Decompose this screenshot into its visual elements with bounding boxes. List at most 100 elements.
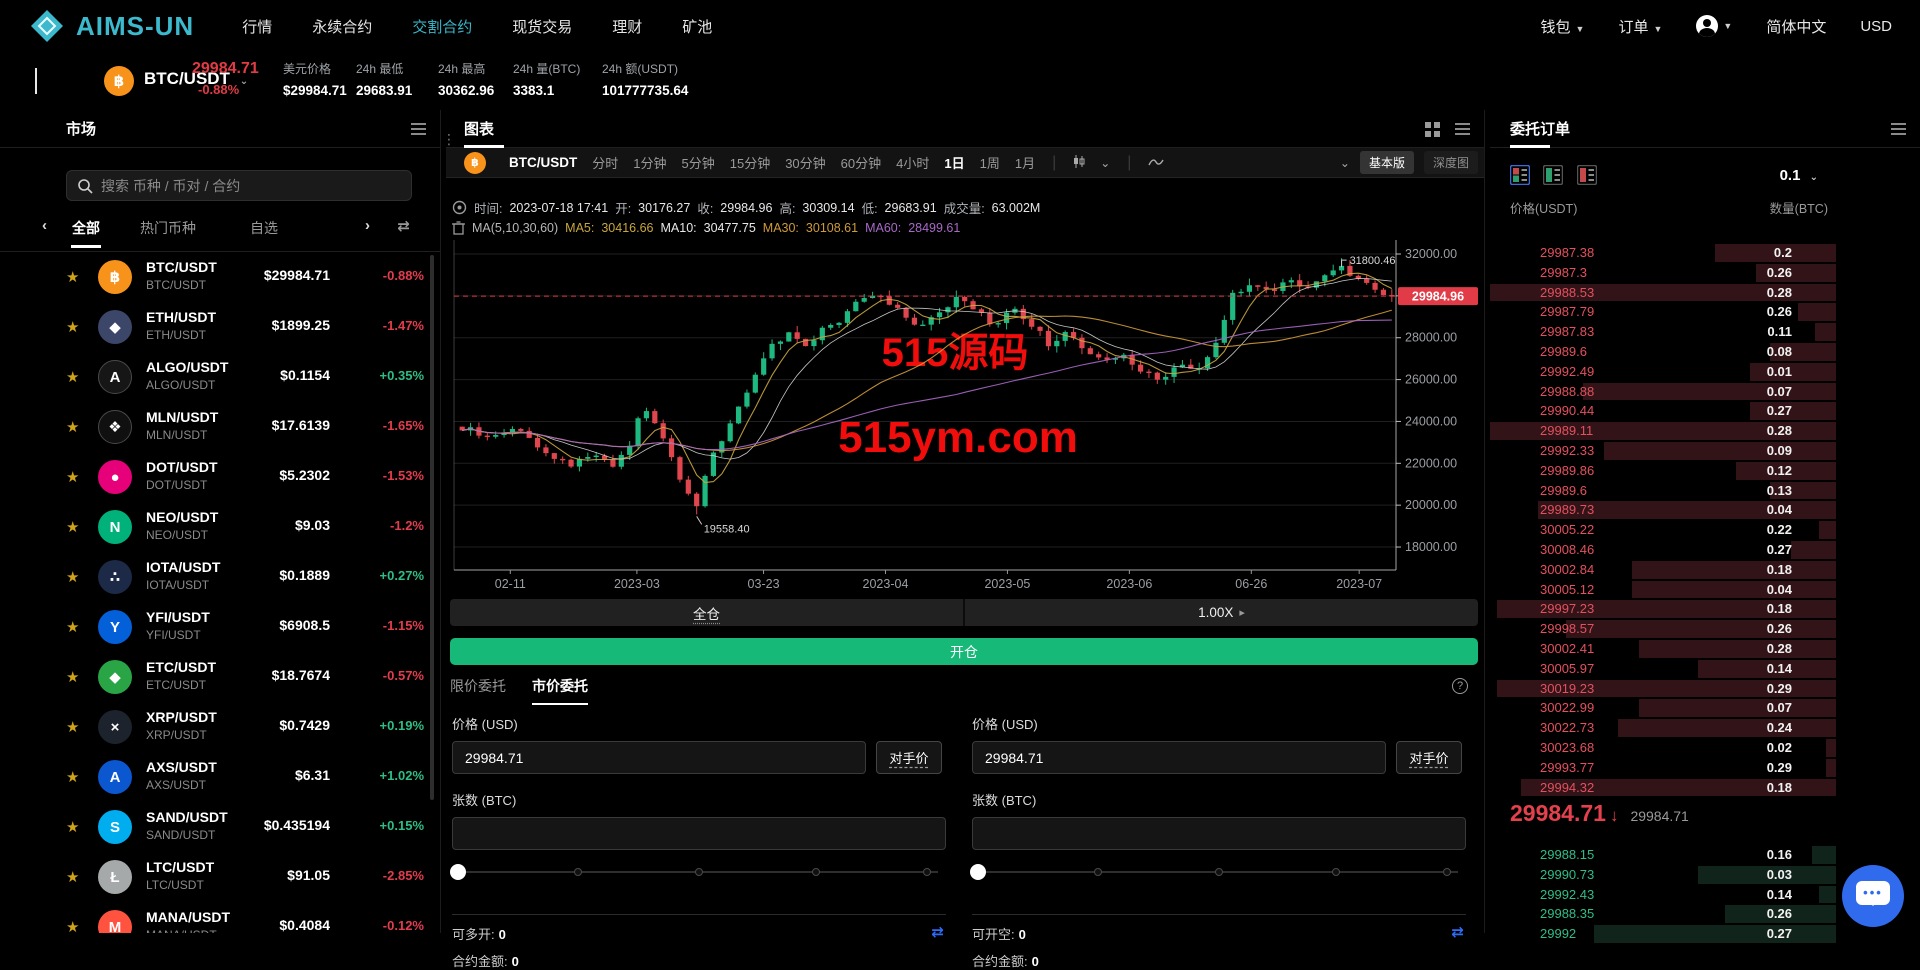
view-bids-icon[interactable] [1543, 165, 1563, 190]
language-selector[interactable]: 简体中文 [1766, 16, 1826, 37]
coin-row[interactable]: ★฿BTC/USDTBTC/USDT$29984.71-0.88% [0, 252, 440, 302]
ask-row[interactable]: 29992.490.01 [1490, 362, 1836, 382]
timeframe-60分钟[interactable]: 60分钟 [841, 153, 881, 172]
precision-selector[interactable]: 0.1 ⌄ [1780, 167, 1818, 184]
ask-row[interactable]: 30002.840.18 [1490, 560, 1836, 580]
chat-support-button[interactable]: ••• [1842, 865, 1904, 927]
coin-row[interactable]: ★ŁLTC/USDTLTC/USDT$91.05-2.85% [0, 852, 440, 902]
ask-row[interactable]: 29989.110.28 [1490, 421, 1836, 441]
brand-logo[interactable]: AIMS-UN [30, 9, 194, 43]
short-qty-slider[interactable] [972, 864, 1458, 880]
candlestick-chart[interactable]: 32000.0030000.0028000.0026000.0024000.00… [446, 240, 1484, 600]
timeframe-15分钟[interactable]: 15分钟 [730, 153, 770, 172]
nav-item-3[interactable]: 现货交易 [512, 16, 572, 37]
timeframe-1月[interactable]: 1月 [1015, 153, 1035, 172]
refresh-icon[interactable]: ⇄ [397, 217, 410, 235]
ask-row[interactable]: 29987.30.26 [1490, 263, 1836, 283]
favorite-star-icon[interactable]: ★ [66, 918, 79, 933]
nav-item-5[interactable]: 矿池 [682, 16, 712, 37]
ask-row[interactable]: 30005.120.04 [1490, 580, 1836, 600]
line-chart-icon[interactable] [1148, 156, 1164, 170]
coin-row[interactable]: ★YYFI/USDTYFI/USDT$6908.5-1.15% [0, 602, 440, 652]
nav-item-2[interactable]: 交割合约 [412, 16, 472, 37]
bid-row[interactable]: 29992.430.14 [1490, 885, 1836, 905]
nav-item-4[interactable]: 理财 [612, 16, 642, 37]
account-menu[interactable]: ▼ [1696, 15, 1732, 37]
coin-row[interactable]: ★×XRP/USDTXRP/USDT$0.7429+0.19% [0, 702, 440, 752]
view-asks-icon[interactable] [1577, 165, 1597, 190]
ask-row[interactable]: 29994.320.18 [1490, 778, 1836, 798]
coin-row[interactable]: ★SSAND/USDTSAND/USDT$0.435194+0.15% [0, 802, 440, 852]
ask-row[interactable]: 29998.570.26 [1490, 619, 1836, 639]
counter-price-button[interactable]: 对手价 [876, 741, 942, 774]
chevron-down-icon[interactable]: ⌄ [1340, 156, 1350, 170]
trash-icon[interactable] [452, 220, 465, 235]
ask-row[interactable]: 29989.860.12 [1490, 461, 1836, 481]
ask-row[interactable]: 29987.790.26 [1490, 302, 1836, 322]
counter-price-button[interactable]: 对手价 [1396, 741, 1462, 774]
market-tab-0[interactable]: 全部 [72, 218, 100, 238]
timeframe-1日[interactable]: 1日 [944, 153, 964, 172]
bid-row[interactable]: 299920.27 [1490, 924, 1836, 944]
bid-row[interactable]: 29990.730.03 [1490, 865, 1836, 885]
long-price-input[interactable] [452, 741, 866, 774]
timeframe-1分钟[interactable]: 1分钟 [633, 153, 666, 172]
favorite-star-icon[interactable]: ★ [66, 318, 79, 336]
currency-selector[interactable]: USD [1860, 18, 1892, 35]
order-tab-0[interactable]: 限价委托 [450, 676, 506, 705]
chevron-down-icon[interactable]: ⌄ [1100, 156, 1110, 170]
timeframe-4小时[interactable]: 4小时 [896, 153, 929, 172]
ask-row[interactable]: 30022.730.24 [1490, 718, 1836, 738]
ask-row[interactable]: 30008.460.27 [1490, 540, 1836, 560]
margin-mode-selector[interactable]: 全仓 [450, 599, 965, 626]
open-position-button[interactable]: 开仓 [450, 638, 1478, 665]
search-input[interactable] [101, 171, 401, 200]
bid-row[interactable]: 29988.350.26 [1490, 904, 1836, 924]
coin-row[interactable]: ★❖MLN/USDTMLN/USDT$17.6139-1.65% [0, 402, 440, 452]
ask-row[interactable]: 29989.730.04 [1490, 500, 1836, 520]
leverage-selector[interactable]: 1.00X▸ [965, 599, 1478, 626]
coin-row[interactable]: ★AAXS/USDTAXS/USDT$6.31+1.02% [0, 752, 440, 802]
tabs-scroll-right-icon[interactable]: › [365, 217, 370, 234]
bid-row[interactable]: 29988.150.16 [1490, 845, 1836, 865]
help-icon[interactable]: ? [1452, 678, 1468, 694]
favorite-star-icon[interactable]: ★ [66, 268, 79, 286]
transfer-icon[interactable]: ⇄ [1451, 923, 1464, 941]
favorite-star-icon[interactable]: ★ [66, 818, 79, 836]
favorite-star-icon[interactable]: ★ [66, 668, 79, 686]
ask-row[interactable]: 29988.530.28 [1490, 283, 1836, 303]
coin-row[interactable]: ★NNEO/USDTNEO/USDT$9.03-1.2% [0, 502, 440, 552]
coin-row[interactable]: ★MMANA/USDTMANA/USDT$0.4084-0.12% [0, 902, 440, 933]
view-both-icon[interactable] [1510, 165, 1530, 190]
ask-row[interactable]: 29987.830.11 [1490, 322, 1836, 342]
short-qty-input[interactable] [972, 817, 1466, 850]
favorite-star-icon[interactable]: ★ [66, 468, 79, 486]
coin-row[interactable]: ★AALGO/USDTALGO/USDT$0.1154+0.35% [0, 352, 440, 402]
long-qty-slider[interactable] [452, 864, 938, 880]
ask-row[interactable]: 29993.770.29 [1490, 758, 1836, 778]
wallet-menu[interactable]: 钱包▼ [1541, 16, 1585, 37]
ask-row[interactable]: 29989.60.08 [1490, 342, 1836, 362]
favorite-star-icon[interactable]: ★ [66, 718, 79, 736]
nav-item-1[interactable]: 永续合约 [312, 16, 372, 37]
favorite-star-icon[interactable]: ★ [66, 768, 79, 786]
ask-row[interactable]: 30023.680.02 [1490, 738, 1836, 758]
orderbook-menu-icon[interactable] [1891, 123, 1906, 138]
nav-item-0[interactable]: 行情 [242, 16, 272, 37]
favorite-star-icon[interactable]: ★ [66, 568, 79, 586]
timeframe-5分钟[interactable]: 5分钟 [682, 153, 715, 172]
eye-icon[interactable] [452, 200, 467, 215]
view-depth-button[interactable]: 深度图 [1424, 151, 1478, 174]
layout-grid-icon[interactable] [1425, 122, 1440, 137]
timeframe-分时[interactable]: 分时 [592, 153, 618, 172]
sidebar-scrollbar[interactable] [430, 255, 434, 800]
view-basic-button[interactable]: 基本版 [1360, 151, 1414, 174]
market-tab-2[interactable]: 自选 [250, 218, 278, 238]
tabs-scroll-left-icon[interactable]: ‹ [42, 217, 47, 234]
ask-row[interactable]: 30002.410.28 [1490, 639, 1836, 659]
favorite-star-icon[interactable]: ★ [66, 518, 79, 536]
long-qty-input[interactable] [452, 817, 946, 850]
coin-row[interactable]: ★◆ETC/USDTETC/USDT$18.7674-0.57% [0, 652, 440, 702]
timeframe-30分钟[interactable]: 30分钟 [785, 153, 825, 172]
slider-thumb[interactable] [450, 864, 466, 880]
